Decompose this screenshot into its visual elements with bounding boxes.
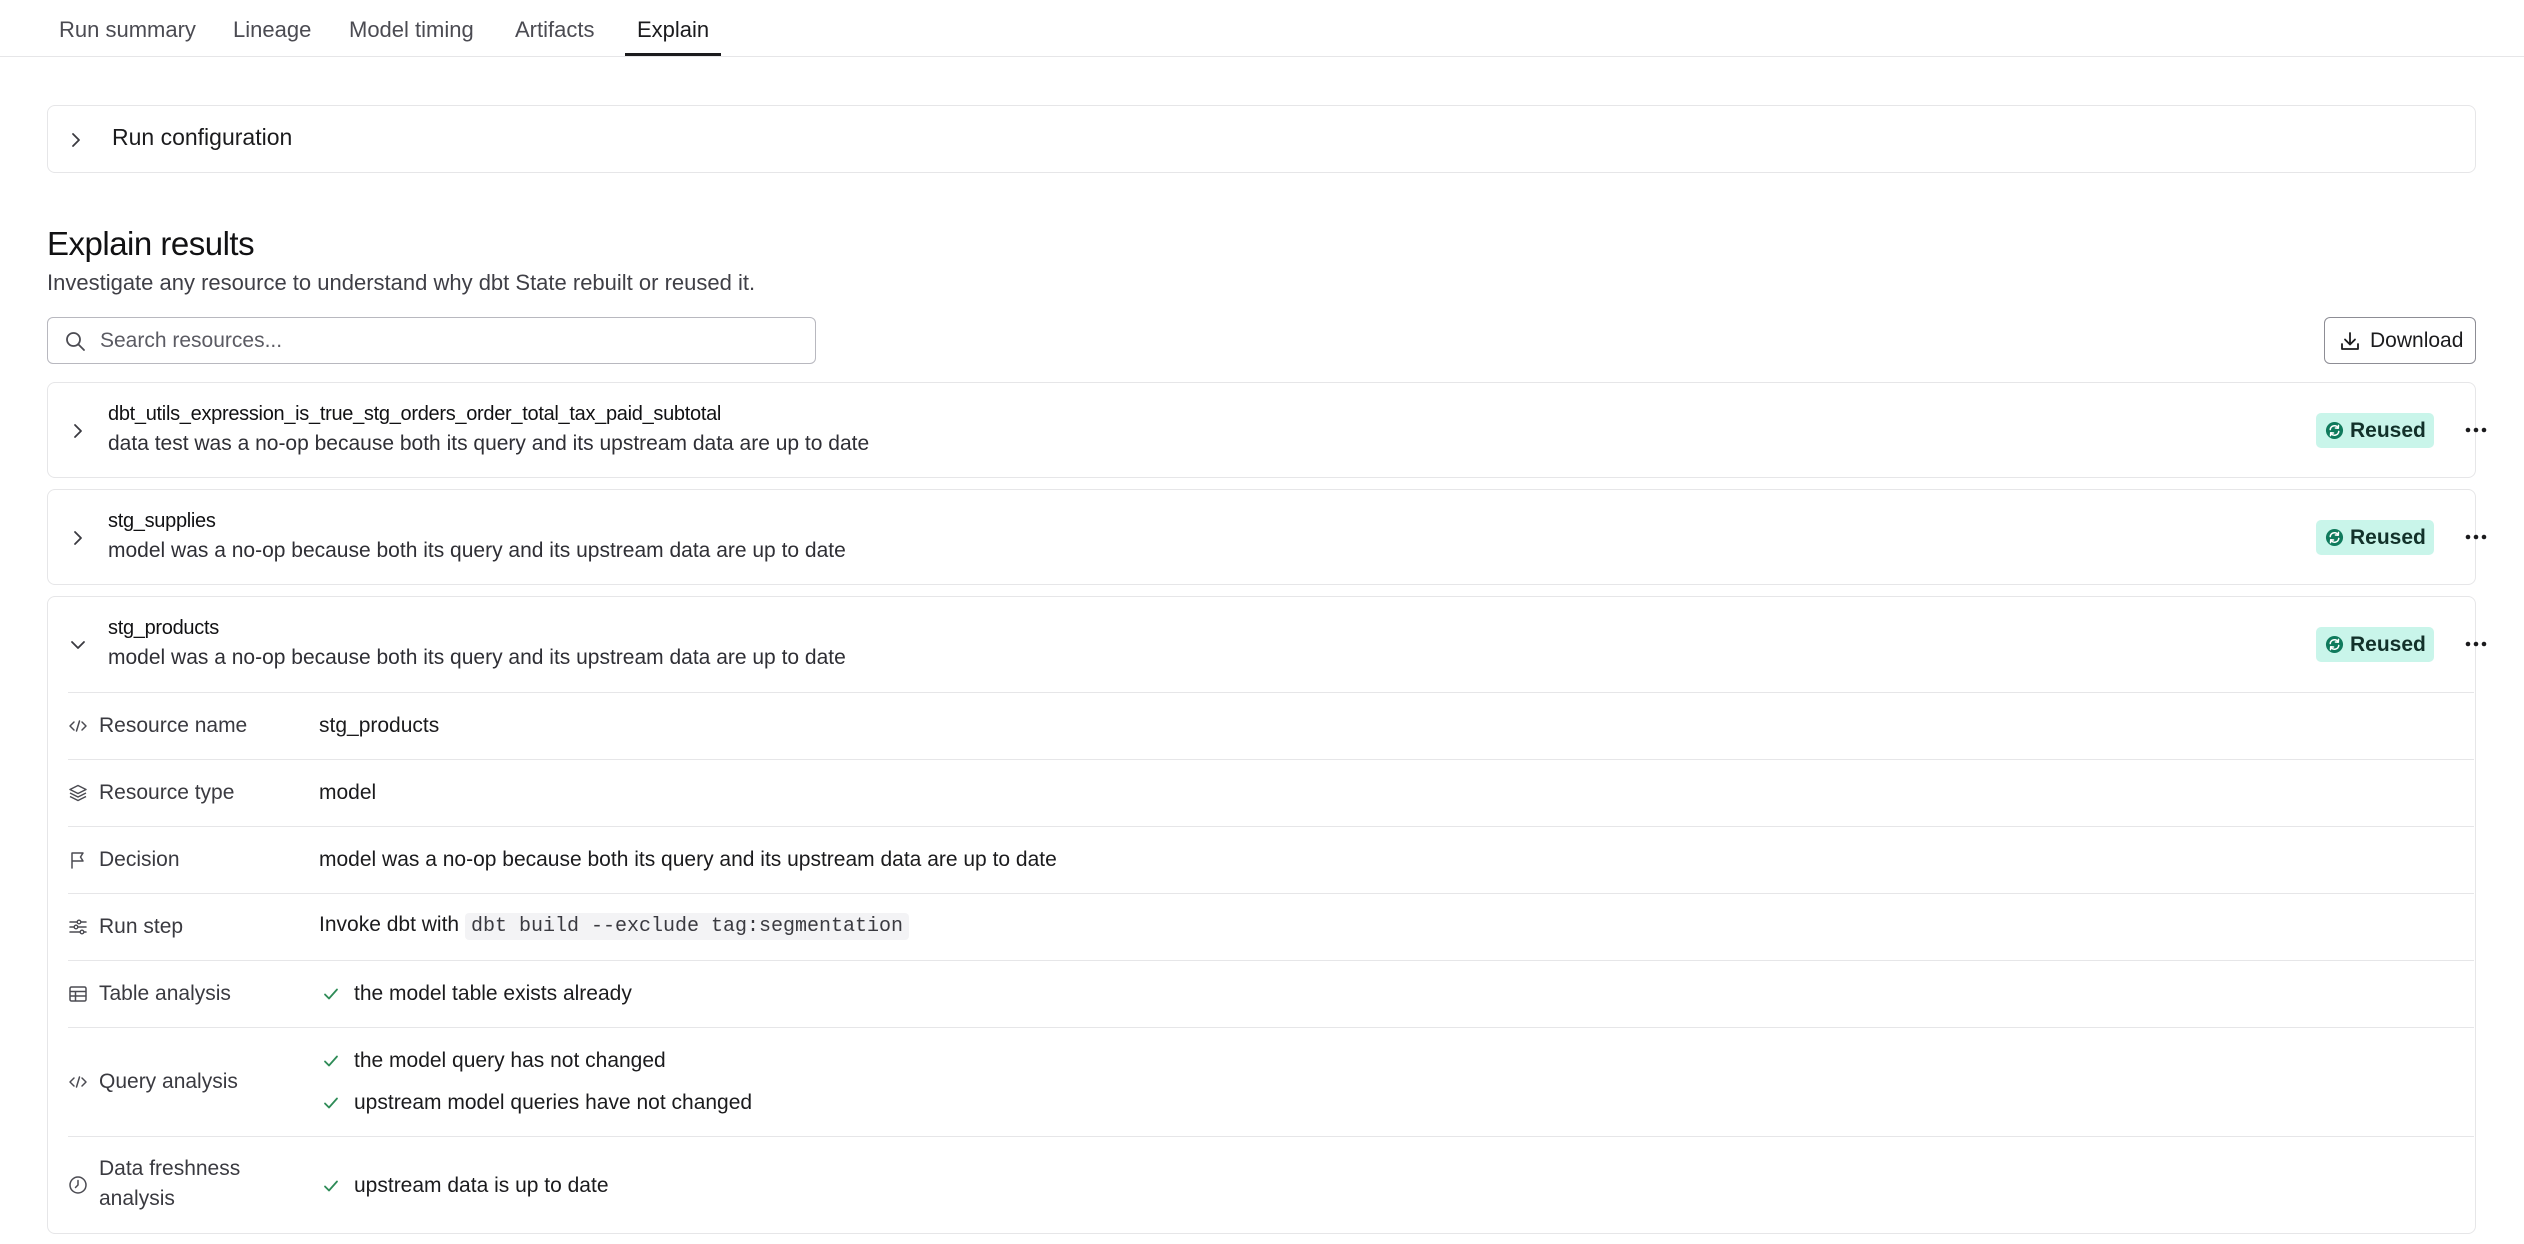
resource-row[interactable]: stg_supplies model was a no-op because b…	[47, 489, 2487, 585]
resource-description: model was a no-op because both its query…	[108, 646, 846, 669]
check-text: the model table exists already	[354, 982, 632, 1005]
detail-label: Data freshness	[99, 1157, 241, 1180]
run-step-command: dbt build --exclude tag:segmentation	[464, 913, 910, 940]
table-icon	[68, 984, 88, 1004]
resource-description: data test was a no-op because both its q…	[108, 432, 870, 455]
detail-value: stg_products	[319, 714, 440, 737]
detail-label-line2: analysis	[99, 1187, 175, 1210]
tab-model-timing[interactable]: Model timing	[349, 17, 474, 56]
chevron-down-icon[interactable]	[68, 635, 88, 655]
resource-name: stg_products	[108, 617, 219, 639]
resource-row[interactable]: dbt_utils_expression_is_true_stg_orders_…	[47, 382, 2487, 478]
detail-row-query-analysis: Query analysis the model query has not c…	[68, 1027, 2474, 1136]
run-step-icon	[68, 917, 88, 937]
refresh-icon	[2325, 635, 2344, 654]
detail-label: Query analysis	[99, 1070, 238, 1093]
detail-value: model was a no-op because both its query…	[319, 848, 1057, 871]
run-configuration-title: Run configuration	[112, 124, 293, 150]
status-badge-label: Reused	[2350, 526, 2426, 549]
detail-label: Table analysis	[99, 982, 231, 1005]
check-icon	[322, 1052, 340, 1070]
run-step-value: Invoke dbt with dbt build --exclude tag:…	[319, 913, 910, 940]
detail-row-run-step: Run step Invoke dbt with dbt build --exc…	[68, 893, 2474, 960]
detail-label: Decision	[99, 848, 180, 871]
download-label: Download	[2370, 329, 2464, 352]
download-icon	[2339, 330, 2361, 352]
code-icon	[68, 1072, 88, 1092]
tab-artifacts[interactable]: Artifacts	[515, 17, 594, 56]
status-badge: Reused	[2316, 627, 2434, 662]
detail-label: Run step	[99, 915, 184, 938]
download-button[interactable]: Download	[2324, 317, 2476, 364]
tab-bar: Run summary Lineage Model timing Artifac…	[0, 0, 2524, 57]
check-icon	[322, 985, 340, 1003]
clock-icon	[68, 1175, 88, 1195]
detail-value: model	[319, 781, 377, 804]
tab-explain[interactable]: Explain	[625, 17, 722, 56]
check-text: the model query has not changed	[354, 1049, 666, 1072]
run-step-prefix: Invoke dbt with	[319, 913, 460, 936]
more-options-icon[interactable]	[2461, 415, 2491, 445]
status-badge-label: Reused	[2350, 419, 2426, 442]
chevron-right-icon	[66, 130, 86, 150]
check-text: upstream data is up to date	[354, 1174, 609, 1197]
check-icon	[322, 1177, 340, 1195]
tab-lineage[interactable]: Lineage	[233, 17, 311, 56]
search-box[interactable]	[47, 317, 816, 364]
resource-name: stg_supplies	[108, 510, 216, 532]
tab-run-summary[interactable]: Run summary	[59, 17, 196, 56]
detail-label: Resource name	[99, 714, 248, 737]
explain-results-title: Explain results	[47, 225, 255, 262]
chevron-right-icon[interactable]	[68, 528, 88, 548]
more-options-icon[interactable]	[2461, 522, 2491, 552]
resource-name: dbt_utils_expression_is_true_stg_orders_…	[108, 403, 722, 425]
chevron-right-icon[interactable]	[68, 421, 88, 441]
detail-row-table-analysis: Table analysis the model table exists al…	[68, 960, 2474, 1027]
check-icon	[322, 1094, 340, 1112]
status-badge: Reused	[2316, 520, 2434, 555]
refresh-icon	[2325, 528, 2344, 547]
flag-icon	[68, 850, 88, 870]
detail-row-data-freshness: Data freshness analysis upstream data is…	[68, 1136, 2474, 1232]
detail-row-resource-name: Resource name stg_products	[68, 692, 2474, 759]
search-input[interactable]	[100, 324, 800, 357]
refresh-icon	[2325, 421, 2344, 440]
detail-label: Resource type	[99, 781, 235, 804]
detail-row-resource-type: Resource type model	[68, 759, 2474, 826]
layers-icon	[68, 783, 88, 803]
search-icon	[64, 330, 86, 352]
code-icon	[68, 716, 88, 736]
status-badge-label: Reused	[2350, 633, 2426, 656]
resource-description: model was a no-op because both its query…	[108, 539, 846, 562]
more-options-icon[interactable]	[2461, 629, 2491, 659]
resource-row-expanded[interactable]: stg_products model was a no-op because b…	[47, 596, 2487, 1234]
explain-results-subtitle: Investigate any resource to understand w…	[47, 270, 756, 295]
detail-row-decision: Decision model was a no-op because both …	[68, 826, 2474, 893]
check-text: upstream model queries have not changed	[354, 1091, 753, 1114]
status-badge: Reused	[2316, 413, 2434, 448]
run-configuration-panel[interactable]: Run configuration	[47, 105, 2476, 173]
